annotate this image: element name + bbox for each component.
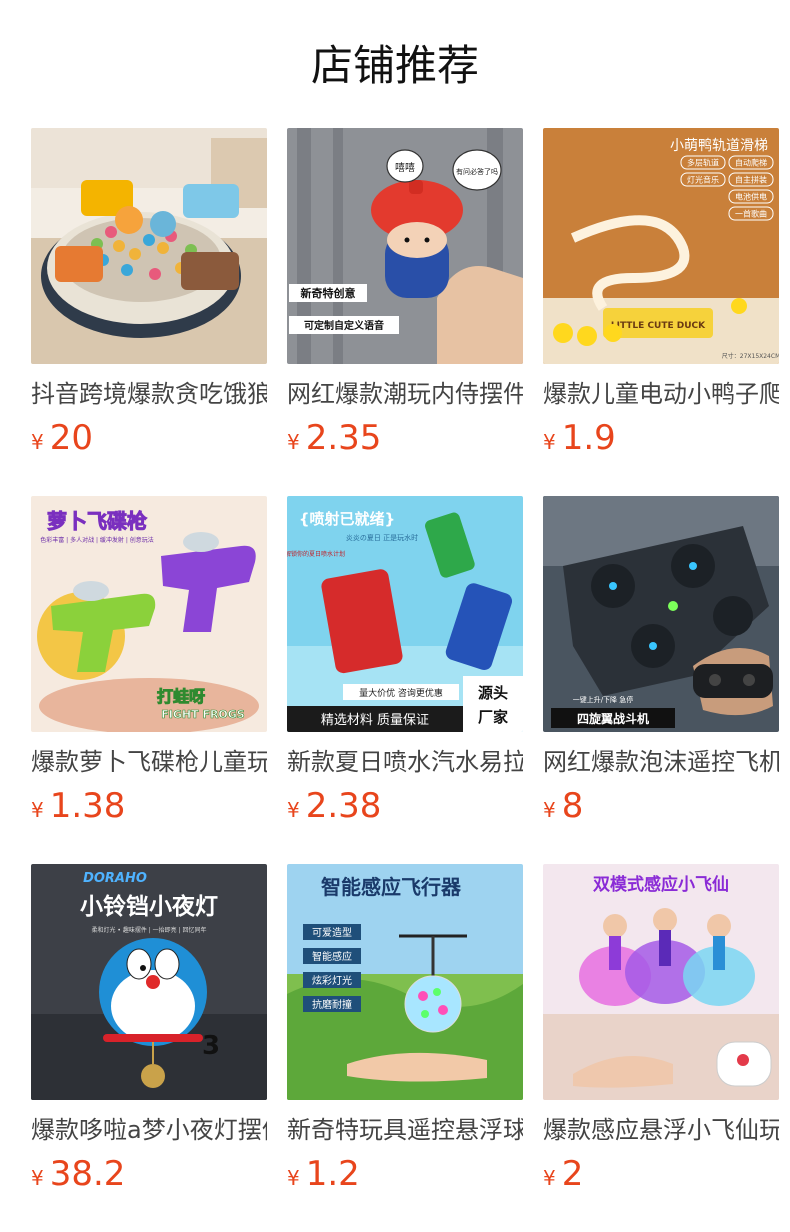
- feature-label: 智能感应: [312, 950, 352, 963]
- price-value: 8: [561, 786, 584, 826]
- product-name[interactable]: 爆款儿童电动小鸭子爬楼梯: [543, 376, 779, 412]
- product-card[interactable]: 一键上升/下降 急停 四旋翼战斗机 网红爆款泡沫遥控飞机 ¥8: [543, 496, 779, 826]
- currency-symbol: ¥: [287, 1166, 300, 1190]
- flying-fairy-image[interactable]: 双模式感应小飞仙: [543, 864, 779, 1100]
- hungry-animal-game-image[interactable]: [31, 128, 267, 364]
- currency-symbol: ¥: [31, 1166, 44, 1190]
- product-price: ¥2.38: [287, 784, 381, 828]
- feature-label: 一首歌曲: [735, 209, 767, 219]
- product-card[interactable]: 抖音跨境爆款贪吃饿狼 ¥20: [31, 128, 267, 458]
- price-value: 2.35: [305, 418, 382, 458]
- image-bar-text: 量大价优 咨询更优惠: [359, 687, 443, 699]
- feature-label: 自主拼装: [735, 175, 767, 185]
- currency-symbol: ¥: [543, 430, 556, 454]
- image-tag: 新奇特创意: [301, 286, 356, 300]
- corner-label: 源头: [478, 684, 508, 702]
- brand-label: DORAHO: [83, 871, 147, 886]
- price-value: 1.2: [305, 1154, 360, 1194]
- product-price: ¥38.2: [31, 1152, 125, 1196]
- price-value: 38.2: [49, 1154, 126, 1194]
- price-value: 1.9: [561, 418, 616, 458]
- product-card[interactable]: 萝卜飞碟枪 色彩丰富 | 多人对战 | 缓冲发射 | 创意玩法 打蛙呀 FIGH…: [31, 496, 267, 826]
- corner-label: 厂家: [478, 708, 508, 726]
- soda-water-gun-image[interactable]: {喷射已就绪} 炎炎の夏日 正是玩水时 解锁你的夏日喷水计划 量大价优 咨询更优…: [287, 496, 523, 732]
- currency-symbol: ¥: [31, 430, 44, 454]
- image-headline: 小萌鸭轨道滑梯: [670, 137, 768, 154]
- product-card[interactable]: {喷射已就绪} 炎炎の夏日 正是玩水时 解锁你的夏日喷水计划 量大价优 咨询更优…: [287, 496, 523, 826]
- talking-figure-image[interactable]: 嘻嘻 有问必答了吗 新奇特创意 可定制自定义语音: [287, 128, 523, 364]
- feature-label: 多层轨道: [687, 158, 719, 168]
- price-value: 1.38: [49, 786, 126, 826]
- image-subline: 色彩丰富 | 多人对战 | 缓冲发射 | 创意玩法: [40, 536, 154, 544]
- duck-slide-image[interactable]: 小萌鸭轨道滑梯 多层轨道 自动爬梯 灯光音乐 自主拼装 电池供电 一首歌曲 LI…: [543, 128, 779, 364]
- product-name[interactable]: 新款夏日喷水汽水易拉罐: [287, 744, 523, 780]
- image-tag: 可定制自定义语音: [304, 319, 384, 332]
- product-name[interactable]: 抖音跨境爆款贪吃饿狼: [31, 376, 267, 412]
- bubble-text: 嘻嘻: [395, 161, 415, 174]
- box-text: LITTLE CUTE DUCK: [611, 321, 706, 331]
- image-subline: 柔和灯光 • 趣味摆件 | 一抬即亮 | 回忆同年: [91, 926, 206, 934]
- feature-label: 抗磨耐撞: [312, 998, 352, 1011]
- feature-label: 自动爬梯: [735, 158, 767, 168]
- product-price: ¥2.35: [287, 416, 381, 460]
- feature-label: 炫彩灯光: [312, 974, 352, 987]
- image-headline: 双模式感应小飞仙: [593, 874, 729, 895]
- fighter-drone-image[interactable]: 一键上升/下降 急停 四旋翼战斗机: [543, 496, 779, 732]
- product-name[interactable]: 爆款萝卜飞碟枪儿童玩具: [31, 744, 267, 780]
- product-name[interactable]: 网红爆款泡沫遥控飞机: [543, 744, 779, 780]
- image-side-text: 解锁你的夏日喷水计划: [287, 550, 345, 558]
- price-value: 20: [49, 418, 93, 458]
- ufo-gun-image[interactable]: 萝卜飞碟枪 色彩丰富 | 多人对战 | 缓冲发射 | 创意玩法 打蛙呀 FIGH…: [31, 496, 267, 732]
- feature-label: 电池供电: [735, 192, 767, 202]
- currency-symbol: ¥: [287, 430, 300, 454]
- image-caption: 四旋翼战斗机: [577, 711, 649, 726]
- product-card[interactable]: 双模式感应小飞仙 爆款感应悬浮小飞仙玩 ¥ 2: [543, 864, 779, 1194]
- price-value: 2: [561, 1154, 584, 1194]
- image-headline: 小铃铛小夜灯: [80, 893, 218, 920]
- feature-label: 灯光音乐: [687, 175, 719, 185]
- page-title: 店铺推荐: [310, 41, 479, 90]
- currency-symbol: ¥: [543, 798, 556, 822]
- image-small-text: 一键上升/下降 急停: [573, 695, 634, 704]
- product-card[interactable]: 嘻嘻 有问必答了吗 新奇特创意 可定制自定义语音 网红爆款潮玩内侍摆件 ¥2.3…: [287, 128, 523, 458]
- size-label: 尺寸：27X15X24CM: [722, 352, 779, 360]
- image-headline: {喷射已就绪}: [299, 510, 395, 528]
- product-price: ¥8: [543, 784, 583, 828]
- product-name[interactable]: 爆款感应悬浮小飞仙玩具: [543, 1112, 779, 1148]
- image-bar-text: 精选材料 质量保证: [321, 713, 429, 728]
- product-price: ¥2: [543, 1152, 583, 1196]
- image-headline: 智能感应飞行器: [321, 875, 462, 899]
- product-name[interactable]: 网红爆款潮玩内侍摆件: [287, 376, 523, 412]
- bubble-text: 有问必答了吗: [456, 167, 498, 176]
- product-card[interactable]: 小萌鸭轨道滑梯 多层轨道 自动爬梯 灯光音乐 自主拼装 电池供电 一首歌曲 LI…: [543, 128, 779, 458]
- product-card[interactable]: DORAHO 小铃铛小夜灯 柔和灯光 • 趣味摆件 | 一抬即亮 | 回忆同年 …: [31, 864, 267, 1194]
- product-name[interactable]: 爆款哆啦a梦小夜灯摆件: [31, 1112, 267, 1148]
- feature-label: 可爱造型: [312, 926, 352, 939]
- product-name[interactable]: 新奇特玩具遥控悬浮球: [287, 1112, 523, 1148]
- product-price: ¥1.2: [287, 1152, 360, 1196]
- flying-ball-image[interactable]: 智能感应飞行器 可爱造型 智能感应 炫彩灯光 抗磨耐撞: [287, 864, 523, 1100]
- doraemon-lamp-image[interactable]: DORAHO 小铃铛小夜灯 柔和灯光 • 趣味摆件 | 一抬即亮 | 回忆同年 …: [31, 864, 267, 1100]
- product-price: ¥20: [31, 416, 93, 460]
- currency-symbol: ¥: [543, 1166, 556, 1190]
- price-value: 2.38: [305, 786, 382, 826]
- svg-text:3: 3: [202, 1031, 220, 1061]
- brand-label: FIGHT FROGS: [161, 708, 245, 721]
- product-price: ¥1.38: [31, 784, 125, 828]
- image-headline: 萝卜飞碟枪: [47, 509, 147, 533]
- product-price: ¥1.9: [543, 416, 616, 460]
- currency-symbol: ¥: [287, 798, 300, 822]
- image-subline: 炎炎の夏日 正是玩水时: [346, 533, 418, 542]
- currency-symbol: ¥: [31, 798, 44, 822]
- product-card[interactable]: 智能感应飞行器 可爱造型 智能感应 炫彩灯光 抗磨耐撞 新奇特玩具遥控悬浮球 ¥…: [287, 864, 523, 1194]
- brand-label: 打蛙呀: [157, 687, 205, 706]
